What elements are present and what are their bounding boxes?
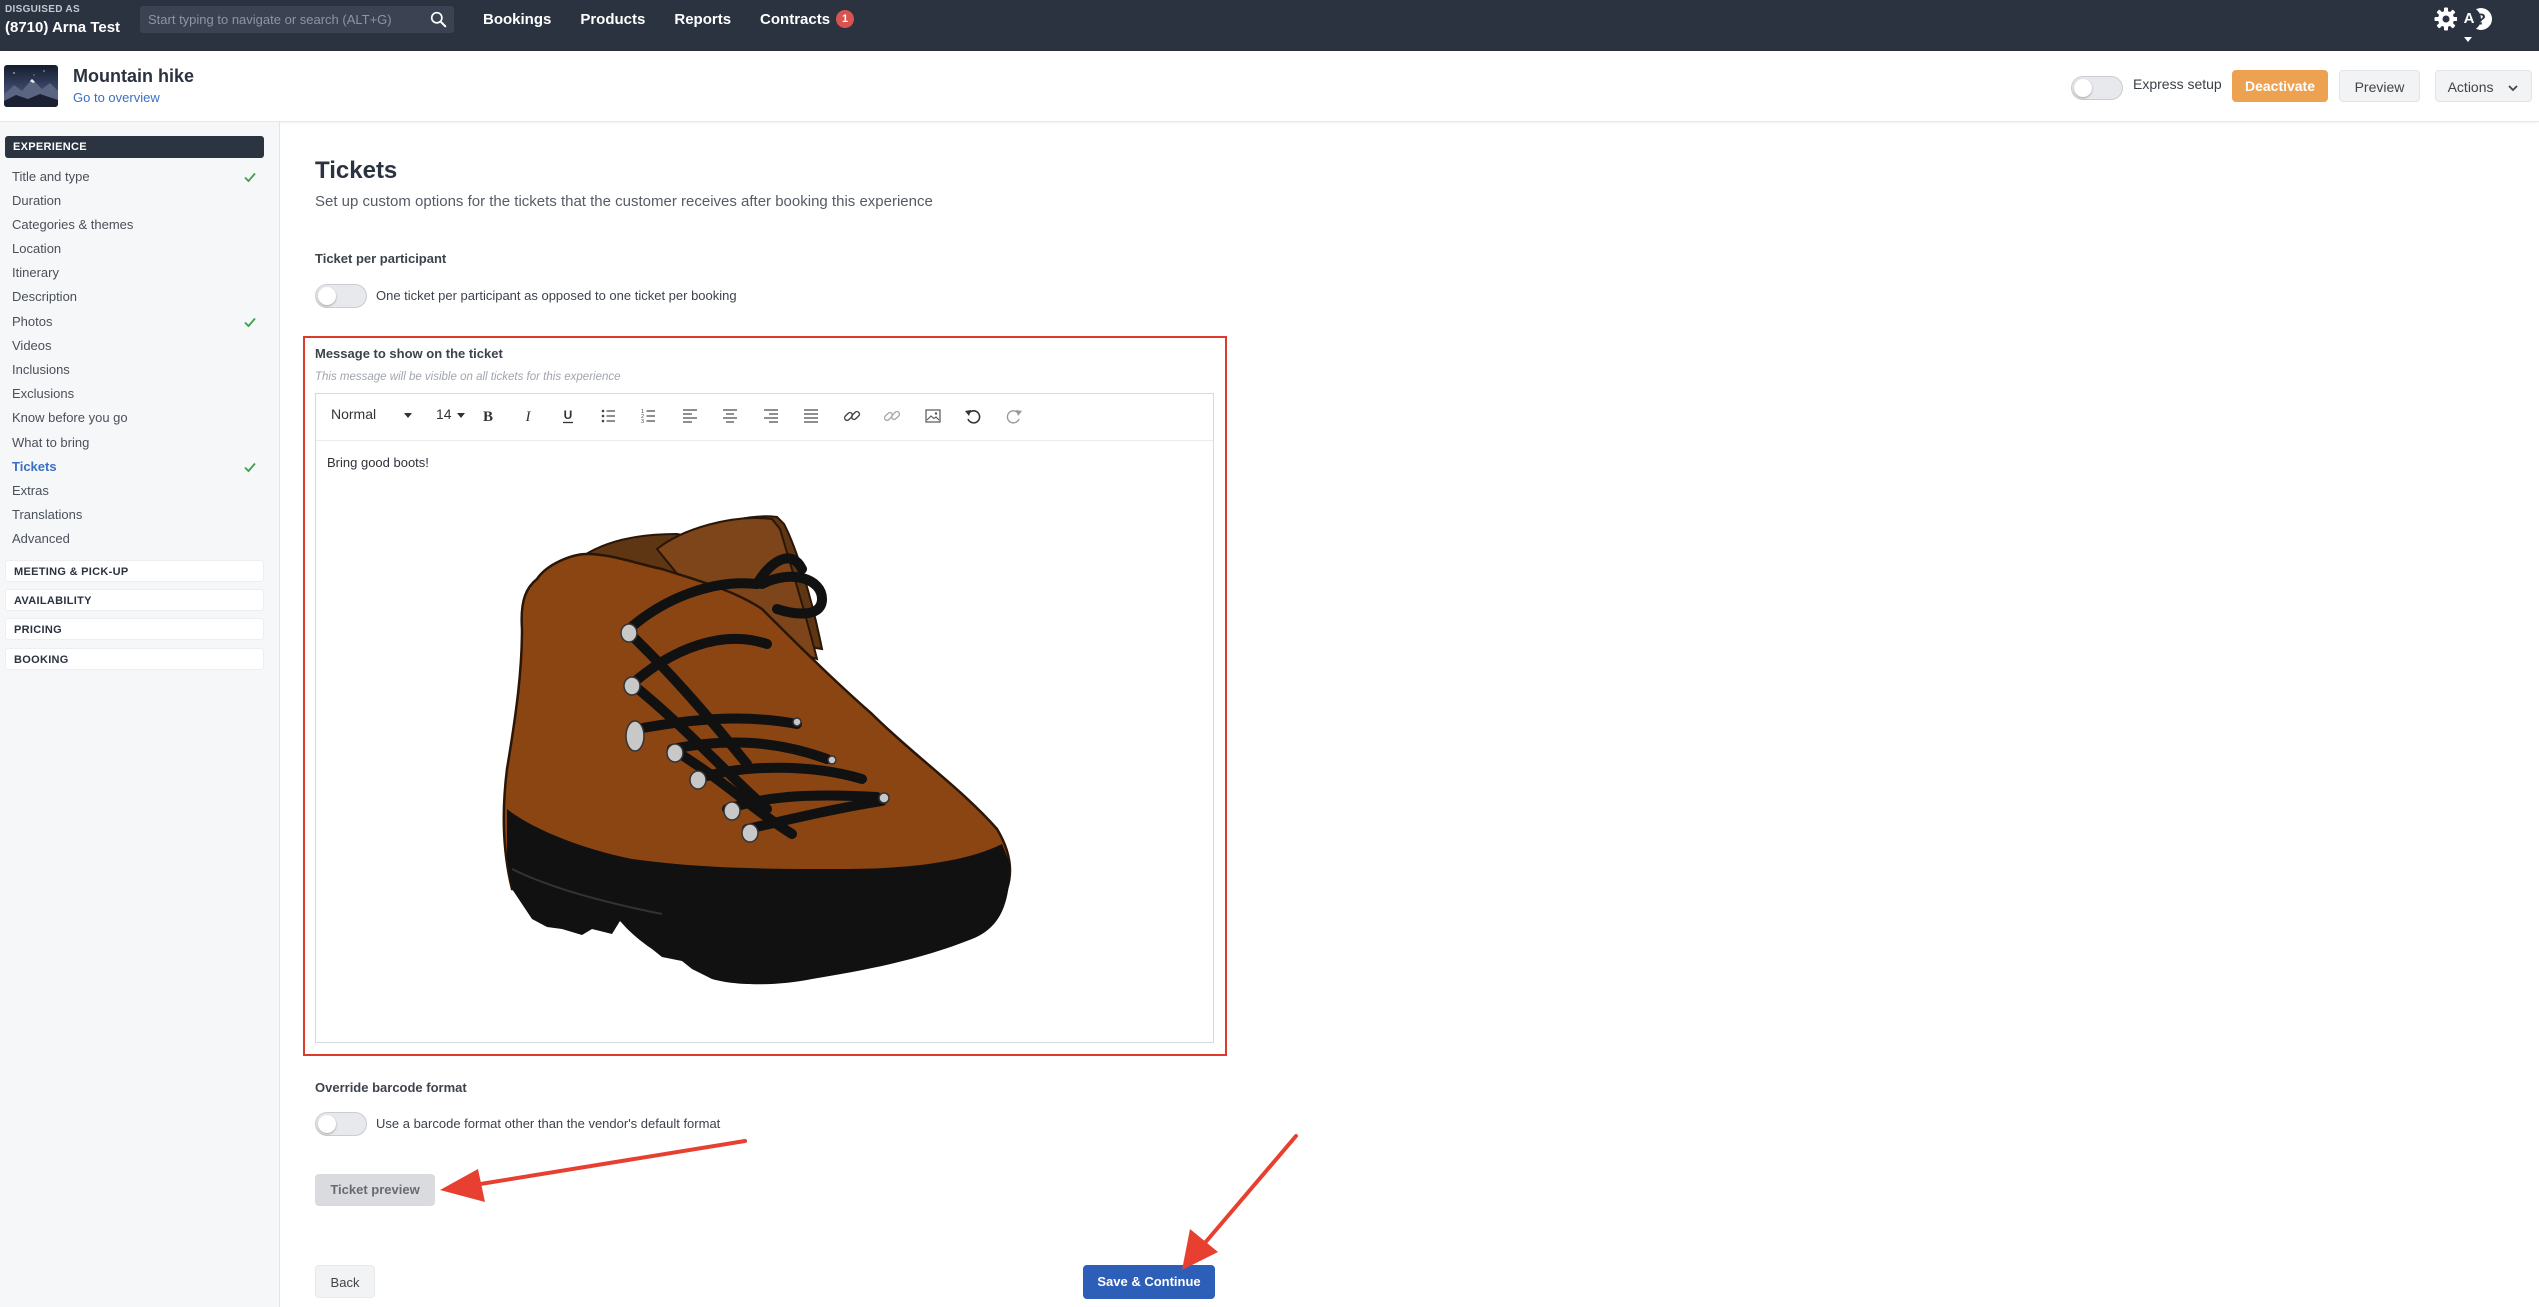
undo-icon[interactable] — [962, 405, 984, 427]
redo-icon[interactable] — [1003, 405, 1025, 427]
sidebar-item-inclusions[interactable]: Inclusions — [12, 362, 70, 377]
sidebar-section-experience[interactable]: EXPERIENCE — [5, 136, 264, 158]
nav-bookings[interactable]: Bookings — [483, 11, 551, 28]
save-and-continue-button[interactable]: Save & Continue — [1083, 1265, 1215, 1299]
sidebar-item-location[interactable]: Location — [12, 241, 61, 256]
toggle-knob — [318, 1115, 336, 1133]
chevron-down-icon — [2508, 85, 2519, 92]
hiking-boot-image — [502, 515, 1012, 985]
user-avatar[interactable]: A — [2457, 7, 2481, 31]
nav-reports[interactable]: Reports — [674, 11, 731, 28]
sidebar-item-advanced[interactable]: Advanced — [12, 531, 70, 546]
override-barcode-label: Override barcode format — [315, 1080, 467, 1095]
ticket-per-participant-toggle[interactable] — [315, 284, 367, 308]
align-right-icon[interactable] — [760, 405, 782, 427]
check-icon — [244, 172, 256, 183]
svg-text:I: I — [525, 409, 532, 425]
align-left-icon[interactable] — [679, 405, 701, 427]
italic-icon[interactable]: I — [517, 405, 539, 427]
disguised-as-label: DISGUISED AS — [5, 4, 80, 15]
contracts-count-badge: 1 — [836, 10, 855, 28]
nav-contracts-label: Contracts — [760, 10, 831, 28]
annotation-arrow-ticket-preview — [440, 1139, 747, 1202]
svg-text:3: 3 — [641, 419, 644, 425]
express-setup-label: Express setup — [2133, 76, 2222, 92]
sidebar-item-categories-themes[interactable]: Categories & themes — [12, 217, 133, 232]
sidebar-item-know-before-you-go[interactable]: Know before you go — [12, 410, 128, 425]
sidebar-item-title-and-type[interactable]: Title and type — [12, 169, 90, 184]
sidebar-section-pricing[interactable]: PRICING — [5, 618, 264, 640]
check-icon — [244, 317, 256, 328]
nav-contracts[interactable]: Contracts 1 — [760, 10, 855, 28]
image-icon[interactable] — [922, 405, 944, 427]
preview-button[interactable]: Preview — [2339, 70, 2420, 102]
go-to-overview-link[interactable]: Go to overview — [73, 90, 160, 105]
sidebar-item-tickets[interactable]: Tickets — [12, 459, 57, 474]
express-setup-toggle[interactable] — [2071, 76, 2123, 100]
ordered-list-icon[interactable]: 123 — [638, 405, 660, 427]
caret-down-icon — [404, 412, 413, 418]
toggle-knob — [318, 287, 336, 305]
sidebar-section-meeting-pickup[interactable]: MEETING & PICK-UP — [5, 560, 264, 582]
product-header: Mountain hike Go to overview Express set… — [0, 51, 2539, 122]
bullet-list-icon[interactable] — [598, 405, 620, 427]
ticket-per-participant-description: One ticket per participant as opposed to… — [376, 288, 737, 303]
back-button[interactable]: Back — [315, 1265, 375, 1298]
ticket-message-label: Message to show on the ticket — [315, 346, 503, 361]
chevron-down-icon[interactable] — [2464, 37, 2472, 42]
check-icon — [244, 462, 256, 473]
actions-label: Actions — [2447, 79, 2494, 95]
sidebar-item-exclusions[interactable]: Exclusions — [12, 386, 74, 401]
sidebar-section-booking[interactable]: BOOKING — [5, 648, 264, 670]
toggle-knob — [2074, 79, 2092, 97]
editor-content-text[interactable]: Bring good boots! — [327, 455, 429, 470]
sidebar-item-extras[interactable]: Extras — [12, 483, 49, 498]
font-size-value: 14 — [436, 406, 452, 422]
sidebar-item-translations[interactable]: Translations — [12, 507, 82, 522]
sidebar: EXPERIENCE Title and type Duration Categ… — [0, 122, 280, 1307]
search-input[interactable] — [148, 6, 418, 33]
page-subtitle: Set up custom options for the tickets th… — [315, 193, 933, 210]
search-icon[interactable] — [430, 11, 447, 28]
product-title: Mountain hike — [73, 66, 194, 86]
sidebar-item-description[interactable]: Description — [12, 289, 77, 304]
override-barcode-toggle[interactable] — [315, 1112, 367, 1136]
top-navigation-bar: DISGUISED AS (8710) Arna Test Bookings P… — [0, 0, 2539, 51]
sidebar-item-photos[interactable]: Photos — [12, 314, 52, 329]
align-center-icon[interactable] — [719, 405, 741, 427]
gear-icon[interactable] — [2433, 6, 2459, 32]
nav-products[interactable]: Products — [580, 11, 645, 28]
ticket-per-participant-label: Ticket per participant — [315, 251, 447, 266]
unlink-icon[interactable] — [881, 405, 903, 427]
format-select[interactable]: Normal — [331, 406, 413, 422]
actions-dropdown[interactable]: Actions — [2435, 70, 2532, 102]
account-name[interactable]: (8710) Arna Test — [5, 19, 120, 36]
format-select-value: Normal — [331, 406, 377, 422]
ticket-message-hint: This message will be visible on all tick… — [315, 371, 621, 383]
rich-text-editor[interactable]: Normal 14 B I U 123 Bring good boots! — [315, 393, 1214, 1043]
editor-toolbar: Normal 14 B I U 123 — [316, 394, 1213, 441]
sidebar-item-duration[interactable]: Duration — [12, 193, 61, 208]
underline-icon[interactable]: U — [557, 405, 579, 427]
override-barcode-description: Use a barcode format other than the vend… — [376, 1116, 721, 1131]
sidebar-section-availability[interactable]: AVAILABILITY — [5, 589, 264, 611]
sidebar-item-what-to-bring[interactable]: What to bring — [12, 435, 89, 450]
ticket-preview-button[interactable]: Ticket preview — [315, 1174, 435, 1206]
main-nav: Bookings Products Reports Contracts 1 — [483, 0, 883, 38]
sidebar-item-videos[interactable]: Videos — [12, 338, 52, 353]
font-size-select[interactable]: 14 — [436, 406, 466, 422]
global-search[interactable] — [140, 6, 454, 33]
svg-text:B: B — [483, 409, 493, 425]
align-justify-icon[interactable] — [800, 405, 822, 427]
bold-icon[interactable]: B — [477, 405, 499, 427]
link-icon[interactable] — [841, 405, 863, 427]
svg-text:U: U — [564, 408, 573, 422]
sidebar-item-itinerary[interactable]: Itinerary — [12, 265, 59, 280]
caret-down-icon — [457, 412, 466, 418]
product-thumbnail — [4, 65, 58, 107]
annotation-arrow-save — [1182, 1134, 1298, 1270]
deactivate-button[interactable]: Deactivate — [2232, 70, 2328, 102]
page-title: Tickets — [315, 157, 398, 184]
